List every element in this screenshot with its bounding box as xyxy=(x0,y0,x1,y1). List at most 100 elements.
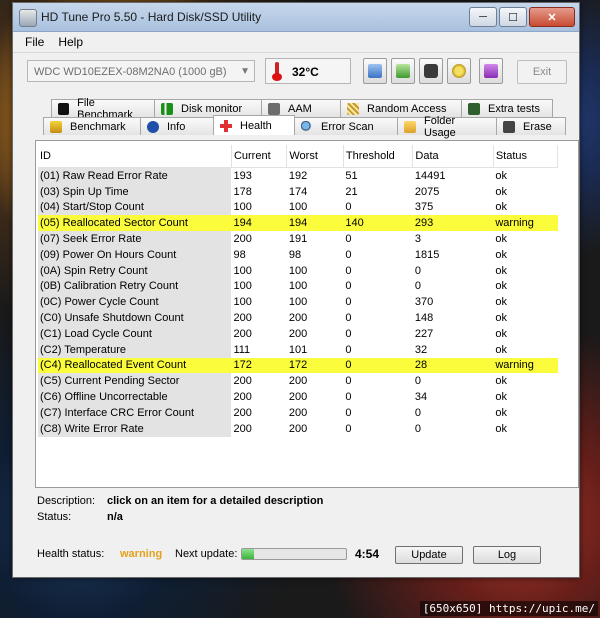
smart-worst: 200 xyxy=(288,375,308,388)
table-row[interactable]: (04) Start/Stop Count 100 100 0 375 ok xyxy=(38,199,558,216)
menu-file[interactable]: File xyxy=(25,35,44,49)
tab-label: Info xyxy=(167,120,186,133)
smart-status: ok xyxy=(495,233,507,246)
tab-label: Folder Usage xyxy=(424,114,456,139)
close-button[interactable]: ✕ xyxy=(529,7,575,27)
options-button[interactable] xyxy=(447,58,471,84)
smart-status: ok xyxy=(495,169,507,182)
magnifier-icon xyxy=(301,120,313,133)
smart-status: warning xyxy=(493,357,558,374)
smart-data: 370 xyxy=(414,296,434,309)
table-row[interactable]: (C5) Current Pending Sector 200 200 0 0 ok xyxy=(38,373,558,390)
tab-label: Benchmark xyxy=(70,120,126,133)
tab-health[interactable]: Health xyxy=(213,115,295,135)
close-icon: ✕ xyxy=(547,11,557,24)
table-row[interactable]: (01) Raw Read Error Rate 193 192 51 14491 ok xyxy=(38,167,558,184)
table-row[interactable]: (0C) Power Cycle Count 100 100 0 370 ok xyxy=(38,294,558,311)
maximize-icon: ☐ xyxy=(508,11,518,24)
drive-select[interactable]: WDC WD10EZEX-08M2NA0 (1000 gB) ▼ xyxy=(27,60,255,82)
table-row[interactable]: (0A) Spin Retry Count 100 100 0 0 ok xyxy=(38,262,558,279)
smart-worst: 200 xyxy=(288,327,308,340)
column-header-status[interactable]: Status xyxy=(493,145,559,168)
smart-id: (C1) Load Cycle Count xyxy=(38,325,232,342)
smart-threshold: 0 xyxy=(345,233,352,246)
table-row[interactable]: (C6) Offline Uncorrectable 200 200 0 34 ok xyxy=(38,389,558,405)
smart-worst: 100 xyxy=(288,201,308,214)
smart-threshold: 0 xyxy=(345,406,352,419)
smart-id: (07) Seek Error Rate xyxy=(38,231,232,247)
smart-status: ok xyxy=(495,391,507,404)
folder-icon xyxy=(404,120,416,133)
description-area: Description: click on an item for a detai… xyxy=(37,495,323,527)
table-header-row: ID Current Worst Threshold Data Status xyxy=(38,145,559,168)
health-status-bar: Health status: warning Next update: 4:54… xyxy=(37,546,577,564)
smart-table-body: (01) Raw Read Error Rate 193 192 51 14491 ok(… xyxy=(38,167,558,437)
smart-current: 200 xyxy=(233,312,252,325)
smart-data: 0 xyxy=(414,406,422,419)
table-row[interactable]: (C8) Write Error Rate 200 200 0 0 ok xyxy=(38,420,558,437)
table-row[interactable]: (0B) Calibration Retry Count 100 100 0 0 ok xyxy=(38,278,558,295)
tab-erase[interactable]: Erase xyxy=(496,117,566,135)
save-button[interactable] xyxy=(479,58,503,84)
table-row[interactable]: (03) Spin Up Time 178 174 21 2075 ok xyxy=(38,183,558,200)
speaker-icon xyxy=(268,102,280,115)
minimize-button[interactable]: ─ xyxy=(469,7,497,27)
disk-monitor-icon xyxy=(161,102,173,115)
column-header-current[interactable]: Current xyxy=(231,145,288,168)
maximize-button[interactable]: ☐ xyxy=(499,7,527,27)
table-row[interactable]: (C0) Unsafe Shutdown Count 200 200 0 148 ok xyxy=(38,310,558,326)
smart-data: 375 xyxy=(414,201,434,214)
file-benchmark-icon xyxy=(58,102,70,115)
screenshot-button[interactable] xyxy=(419,58,443,84)
smart-worst: 200 xyxy=(288,406,308,419)
smart-status: ok xyxy=(495,422,507,435)
smart-current: 200 xyxy=(233,233,252,246)
table-row[interactable]: (C4) Reallocated Event Count 172 172 0 28 war… xyxy=(38,357,558,374)
tab-benchmark[interactable]: Benchmark xyxy=(43,117,141,135)
menu-help[interactable]: Help xyxy=(58,35,83,49)
exit-button[interactable]: Exit xyxy=(517,60,567,84)
menu-bar: File Help xyxy=(13,32,579,53)
table-row[interactable]: (09) Power On Hours Count 98 98 0 1815 ok xyxy=(38,246,558,263)
smart-current: 100 xyxy=(233,280,252,293)
log-button[interactable]: Log xyxy=(473,546,541,564)
copy-text-button[interactable] xyxy=(363,58,387,84)
smart-current: 200 xyxy=(233,327,252,340)
smart-current: 100 xyxy=(233,264,252,277)
smart-threshold: 0 xyxy=(345,391,352,404)
table-row[interactable]: (C2) Temperature 111 101 0 32 ok xyxy=(38,341,558,358)
smart-current: 98 xyxy=(233,248,246,261)
tab-info[interactable]: Info xyxy=(140,117,214,135)
smart-threshold: 0 xyxy=(345,343,352,356)
smart-id: (0A) Spin Retry Count xyxy=(38,262,232,279)
health-cross-icon xyxy=(220,119,232,132)
table-row[interactable]: (C1) Load Cycle Count 200 200 0 227 ok xyxy=(38,325,558,342)
table-row[interactable]: (C7) Interface CRC Error Count 200 200 0 0 ok xyxy=(38,404,558,421)
download-arrow-icon xyxy=(484,64,498,78)
title-bar[interactable]: HD Tune Pro 5.50 - Hard Disk/SSD Utility… xyxy=(13,3,579,32)
camera-icon xyxy=(424,64,438,78)
app-icon xyxy=(19,9,37,27)
window-title: HD Tune Pro 5.50 - Hard Disk/SSD Utility xyxy=(41,10,262,24)
column-header-data[interactable]: Data xyxy=(412,145,494,168)
tab-file-benchmark[interactable]: File Benchmark xyxy=(51,97,155,121)
copy-all-button[interactable] xyxy=(391,58,415,84)
smart-status: ok xyxy=(495,406,507,419)
update-button[interactable]: Update xyxy=(395,546,463,564)
tab-error-scan[interactable]: Error Scan xyxy=(294,117,398,135)
status-label: Status: xyxy=(37,511,72,523)
tab-folder-usage[interactable]: Folder Usage xyxy=(397,115,497,139)
column-header-worst[interactable]: Worst xyxy=(286,145,344,168)
table-row[interactable]: (07) Seek Error Rate 200 191 0 3 ok xyxy=(38,231,558,247)
toolbar: WDC WD10EZEX-08M2NA0 (1000 gB) ▼ 32°C Ex… xyxy=(13,52,579,96)
smart-status: warning xyxy=(493,215,558,232)
column-header-threshold[interactable]: Threshold xyxy=(343,145,414,168)
smart-threshold: 0 xyxy=(345,264,352,277)
next-update-time: 4:54 xyxy=(355,547,380,561)
table-row[interactable]: (05) Reallocated Sector Count 194 194 140 29… xyxy=(38,215,558,232)
smart-threshold: 0 xyxy=(345,375,352,388)
column-header-id[interactable]: ID xyxy=(38,145,232,168)
smart-worst: 101 xyxy=(288,343,308,356)
chevron-down-icon: ▼ xyxy=(240,66,250,77)
smart-data: 14491 xyxy=(414,169,446,182)
